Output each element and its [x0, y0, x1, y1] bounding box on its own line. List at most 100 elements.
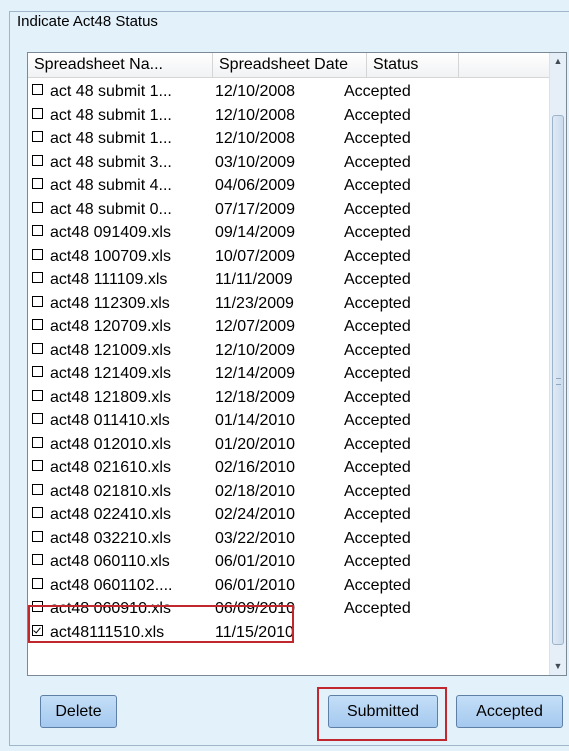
row-checkbox[interactable] — [32, 342, 43, 354]
cell-spreadsheet-name: act48 060110.xls — [50, 553, 170, 570]
cell-spreadsheet-date: 03/10/2009 — [215, 153, 296, 171]
cell-status: Accepted — [344, 435, 411, 453]
submitted-button[interactable]: Submitted — [328, 695, 438, 728]
table-row[interactable]: act48 021610.xls 02/16/2010 Accepted — [28, 454, 550, 478]
cell-spreadsheet-date: 06/01/2010 — [215, 576, 296, 594]
cell-status: Accepted — [344, 318, 411, 335]
table-row[interactable]: act 48 submit 0... 07/17/2009 Accepted — [28, 196, 550, 220]
table-row[interactable]: act 48 submit 1... 12/10/2008 Accepted — [28, 125, 550, 149]
list-rows: act 48 submit 1... 12/10/2008 Accepted act … — [28, 78, 550, 642]
table-row[interactable]: act48 121809.xls 12/18/2009 Accepted — [28, 384, 550, 408]
cell-spreadsheet-name: act48 0601102.... — [50, 576, 173, 594]
table-row[interactable]: act48 121409.xls 12/14/2009 Accepted — [28, 360, 550, 384]
row-checkbox[interactable] — [32, 154, 43, 166]
row-checkbox[interactable] — [32, 319, 43, 330]
column-header-spreadsheet-date[interactable]: Spreadsheet Date — [213, 53, 367, 77]
table-row[interactable]: act 48 submit 4... 04/06/2009 Accepted — [28, 172, 550, 196]
table-row[interactable]: act48 091409.xls 09/14/2009 Accepted — [28, 219, 550, 243]
row-checkbox[interactable] — [32, 295, 43, 307]
cell-spreadsheet-date: 07/17/2009 — [215, 200, 296, 218]
row-checkbox[interactable] — [32, 530, 43, 542]
cell-spreadsheet-name: act 48 submit 1... — [50, 130, 172, 147]
scroll-up-arrow-icon[interactable]: ▲ — [550, 53, 566, 70]
cell-spreadsheet-date: 12/10/2008 — [215, 130, 296, 147]
row-checkbox[interactable] — [32, 507, 43, 518]
table-row[interactable]: act48 100709.xls 10/07/2009 Accepted — [28, 243, 550, 267]
row-checkbox[interactable] — [32, 554, 43, 565]
row-checkbox[interactable] — [32, 225, 43, 236]
row-checkbox[interactable] — [32, 483, 43, 495]
table-row[interactable]: act48 011410.xls 01/14/2010 Accepted — [28, 407, 550, 431]
cell-spreadsheet-name: act48 121409.xls — [50, 365, 171, 382]
cell-spreadsheet-date: 03/22/2010 — [215, 529, 296, 547]
cell-status: Accepted — [344, 529, 411, 547]
row-checkbox[interactable] — [32, 201, 43, 213]
table-row[interactable]: act 48 submit 1... 12/10/2008 Accepted — [28, 102, 550, 126]
row-checkbox[interactable] — [32, 84, 43, 95]
cell-spreadsheet-name: act48 112309.xls — [50, 294, 170, 312]
row-checkbox[interactable] — [32, 107, 43, 119]
row-checkbox[interactable] — [32, 272, 43, 283]
table-row[interactable]: act48 032210.xls 03/22/2010 Accepted — [28, 525, 550, 549]
cell-spreadsheet-name: act 48 submit 1... — [50, 106, 172, 124]
cell-spreadsheet-name: act48 091409.xls — [50, 224, 171, 241]
cell-spreadsheet-date: 12/10/2009 — [215, 341, 296, 359]
cell-status: Accepted — [344, 576, 411, 594]
cell-spreadsheet-name: act 48 submit 4... — [50, 177, 172, 194]
scrollbar-thumb[interactable] — [552, 115, 564, 645]
cell-status: Accepted — [344, 130, 411, 147]
row-checkbox[interactable] — [32, 460, 43, 471]
cell-spreadsheet-date: 11/11/2009 — [215, 271, 293, 288]
table-row[interactable]: act48 021810.xls 02/18/2010 Accepted — [28, 478, 550, 502]
cell-status: Accepted — [344, 506, 411, 523]
table-row[interactable]: act48 060110.xls 06/01/2010 Accepted — [28, 548, 550, 572]
row-checkbox[interactable] — [32, 178, 43, 189]
cell-spreadsheet-date: 09/14/2009 — [215, 224, 296, 241]
cell-status: Accepted — [344, 271, 411, 288]
cell-spreadsheet-name: act 48 submit 0... — [50, 200, 172, 218]
table-row[interactable]: act48 112309.xls 11/23/2009 Accepted — [28, 290, 550, 314]
cell-spreadsheet-name: act48 032210.xls — [50, 529, 171, 547]
row-checkbox[interactable] — [32, 413, 43, 424]
table-row[interactable]: act 48 submit 1... 12/10/2008 Accepted — [28, 78, 550, 102]
cell-spreadsheet-date: 01/20/2010 — [215, 435, 296, 453]
cell-spreadsheet-date: 04/06/2009 — [215, 177, 296, 194]
accepted-button[interactable]: Accepted — [456, 695, 563, 728]
row-checkbox[interactable] — [32, 131, 43, 142]
table-row[interactable]: act48 121009.xls 12/10/2009 Accepted — [28, 337, 550, 361]
cell-status: Accepted — [344, 83, 411, 100]
row-checkbox[interactable] — [32, 601, 43, 612]
cell-status: Accepted — [344, 553, 411, 570]
row-checkbox[interactable] — [32, 577, 43, 589]
cell-spreadsheet-date: 10/07/2009 — [215, 247, 296, 265]
vertical-scrollbar[interactable]: ▲ ▼ — [549, 53, 566, 675]
row-checkbox[interactable] — [32, 624, 43, 636]
table-row[interactable]: act48 012010.xls 01/20/2010 Accepted — [28, 431, 550, 455]
table-row[interactable]: act 48 submit 3... 03/10/2009 Accepted — [28, 149, 550, 173]
cell-status: Accepted — [344, 459, 411, 476]
table-row[interactable]: act48 111109.xls 11/11/2009 Accepted — [28, 266, 550, 290]
cell-spreadsheet-date: 02/24/2010 — [215, 506, 296, 523]
cell-status: Accepted — [344, 365, 411, 382]
table-row[interactable]: act48 022410.xls 02/24/2010 Accepted — [28, 501, 550, 525]
cell-spreadsheet-name: act48 121009.xls — [50, 341, 171, 359]
spreadsheet-list[interactable]: Spreadsheet Na... Spreadsheet Date Statu… — [27, 52, 567, 676]
table-row[interactable]: act48 060910.xls 06/09/2010 Accepted — [28, 595, 550, 619]
row-checkbox[interactable] — [32, 436, 43, 448]
column-header-spreadsheet-name[interactable]: Spreadsheet Na... — [28, 53, 213, 77]
delete-button[interactable]: Delete — [40, 695, 117, 728]
table-row[interactable]: act48 120709.xls 12/07/2009 Accepted — [28, 313, 550, 337]
scroll-down-arrow-icon[interactable]: ▼ — [550, 658, 566, 675]
cell-status: Accepted — [344, 106, 411, 124]
row-checkbox[interactable] — [32, 389, 43, 401]
row-checkbox[interactable] — [32, 248, 43, 260]
table-row[interactable]: act48111510.xls 11/15/2010 — [28, 619, 550, 643]
cell-spreadsheet-name: act48 111109.xls — [50, 271, 168, 288]
table-row[interactable]: act48 0601102.... 06/01/2010 Accepted — [28, 572, 550, 596]
cell-status: Accepted — [344, 388, 411, 406]
row-checkbox[interactable] — [32, 366, 43, 377]
cell-spreadsheet-date: 11/23/2009 — [215, 294, 294, 312]
column-header-status[interactable]: Status — [367, 53, 459, 77]
cell-spreadsheet-date: 12/10/2008 — [215, 83, 296, 100]
cell-spreadsheet-name: act48 120709.xls — [50, 318, 171, 335]
